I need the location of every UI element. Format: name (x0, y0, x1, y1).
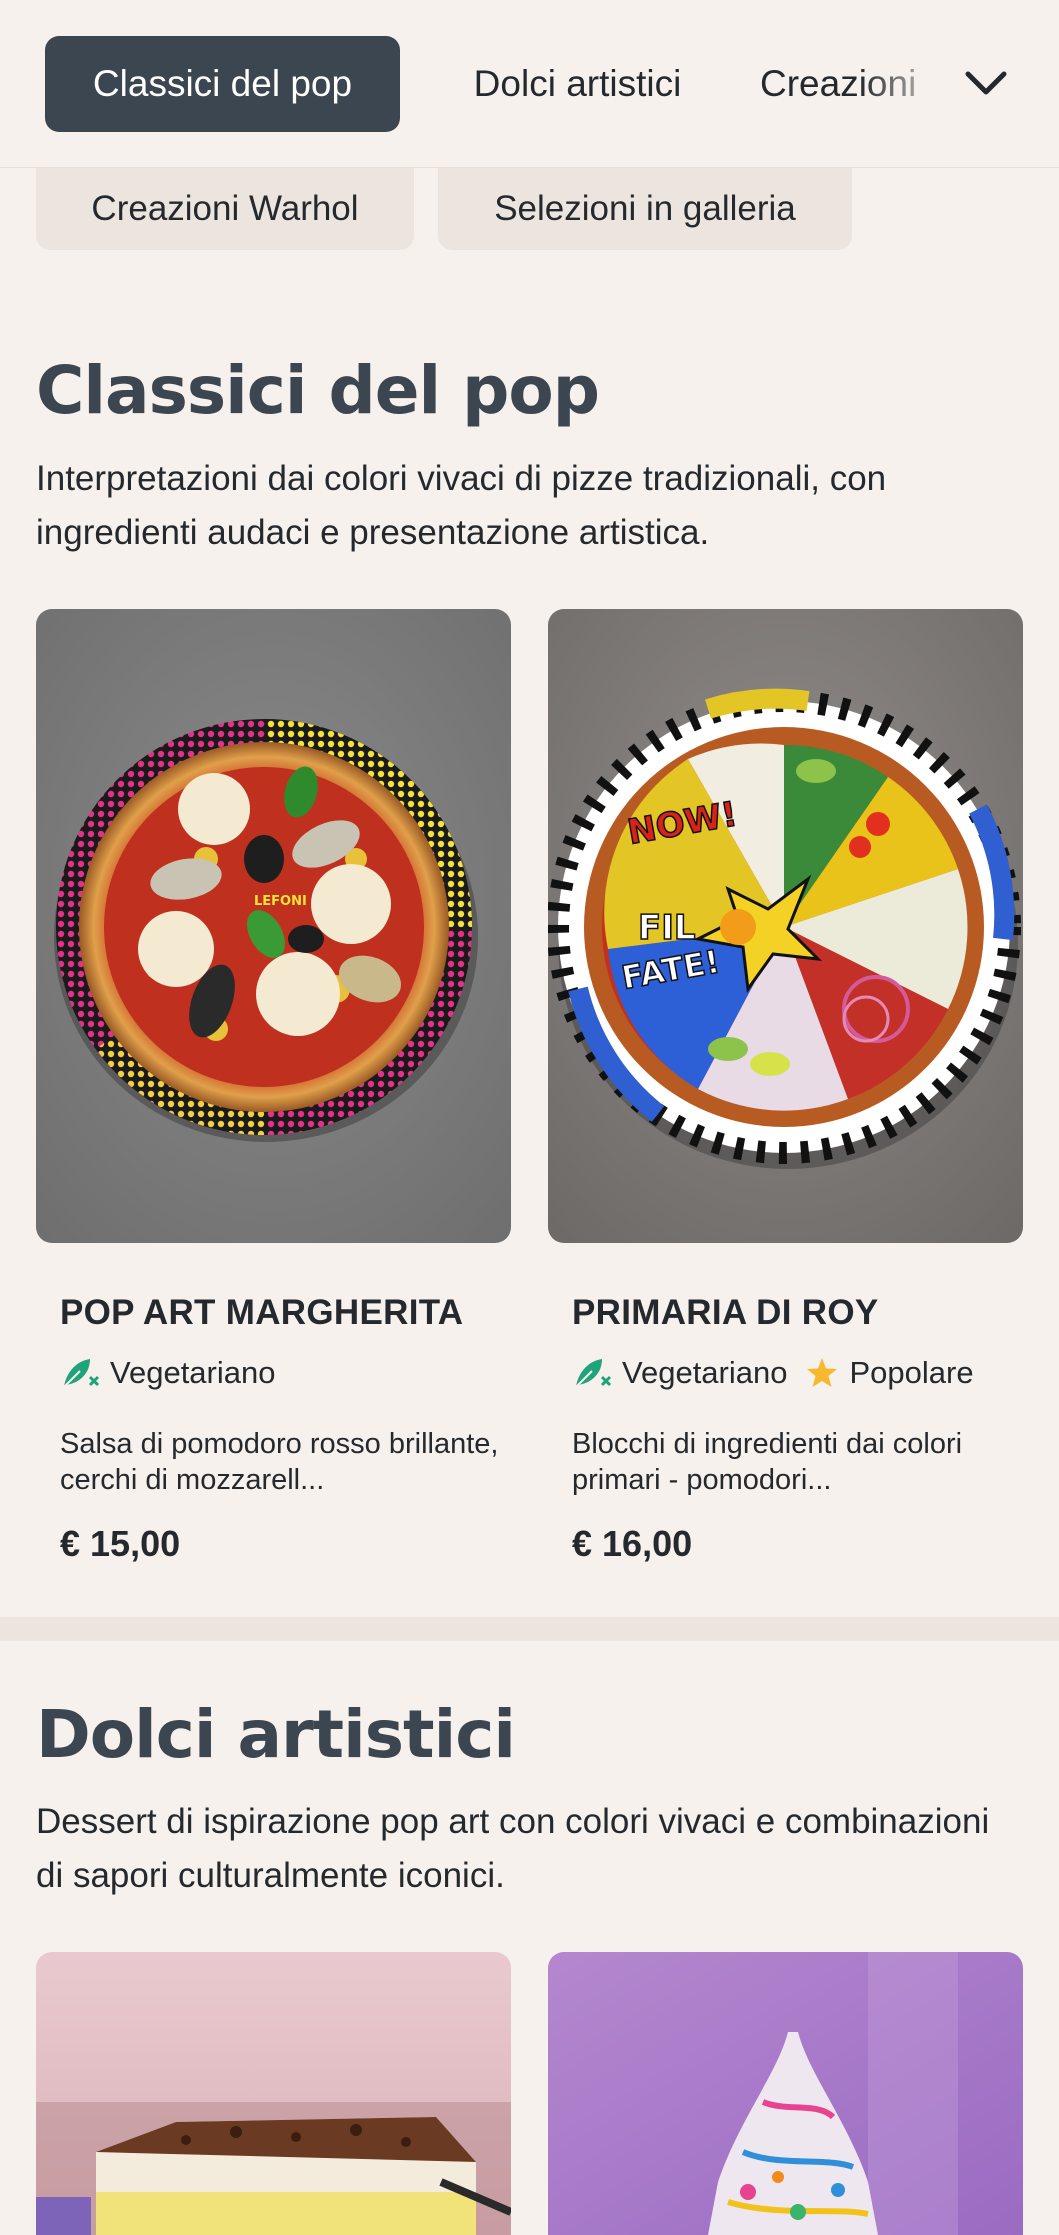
chevron-down-icon[interactable] (960, 58, 1012, 110)
category-nav: Classici del pop Dolci artistici Creazio… (0, 0, 1059, 168)
section-description-dolci: Dessert di ispirazione pop art con color… (36, 1802, 990, 1895)
product-price: € 15,00 (60, 1523, 181, 1564)
product-image-pop-art-margherita[interactable]: LEFONI (36, 609, 511, 1243)
plate-lettering: LEFONI (254, 894, 307, 909)
plate-lettering-fil: FIL (638, 908, 696, 948)
product-name[interactable]: PRIMARIA DI ROY (572, 1293, 879, 1333)
product-image-dessert-2[interactable] (548, 1952, 1023, 2235)
section-divider (0, 1617, 1059, 1641)
section-title-classici: Classici del pop (36, 352, 600, 429)
product-image-primaria-di-roy[interactable]: NOW! FIL FATE! (548, 609, 1023, 1243)
section-title-dolci: Dolci artistici (36, 1696, 516, 1773)
tag-vegetariano: Vegetariano (572, 1355, 787, 1391)
leaf-icon (575, 1359, 612, 1388)
product-tags: Vegetariano (60, 1355, 293, 1391)
tag-label: Vegetariano (622, 1355, 788, 1390)
product-name[interactable]: POP ART MARGHERITA (60, 1293, 463, 1333)
tag-popolare: Popolare (805, 1355, 974, 1391)
product-description: Blocchi di ingredienti dai colori primar… (572, 1428, 963, 1496)
tag-label: Popolare (849, 1355, 974, 1390)
tab-classici-del-pop[interactable]: Classici del pop (45, 36, 400, 132)
chip-creazioni-warhol[interactable]: Creazioni Warhol (36, 168, 414, 250)
product-description: Salsa di pomodoro rosso brillante, cerch… (60, 1428, 499, 1496)
tab-dolci-artistici[interactable]: Dolci artistici (440, 36, 715, 132)
leaf-icon (63, 1359, 100, 1388)
section-description-classici: Interpretazioni dai colori vivaci di piz… (36, 459, 887, 552)
chip-selezioni-in-galleria[interactable]: Selezioni in galleria (438, 168, 852, 250)
tag-label: Vegetariano (110, 1355, 276, 1390)
tag-vegetariano: Vegetariano (60, 1355, 275, 1391)
product-price: € 16,00 (572, 1523, 693, 1564)
product-tags: Vegetariano Popolare (572, 1355, 992, 1391)
star-icon (807, 1358, 838, 1387)
product-image-dessert-1[interactable] (36, 1952, 511, 2235)
